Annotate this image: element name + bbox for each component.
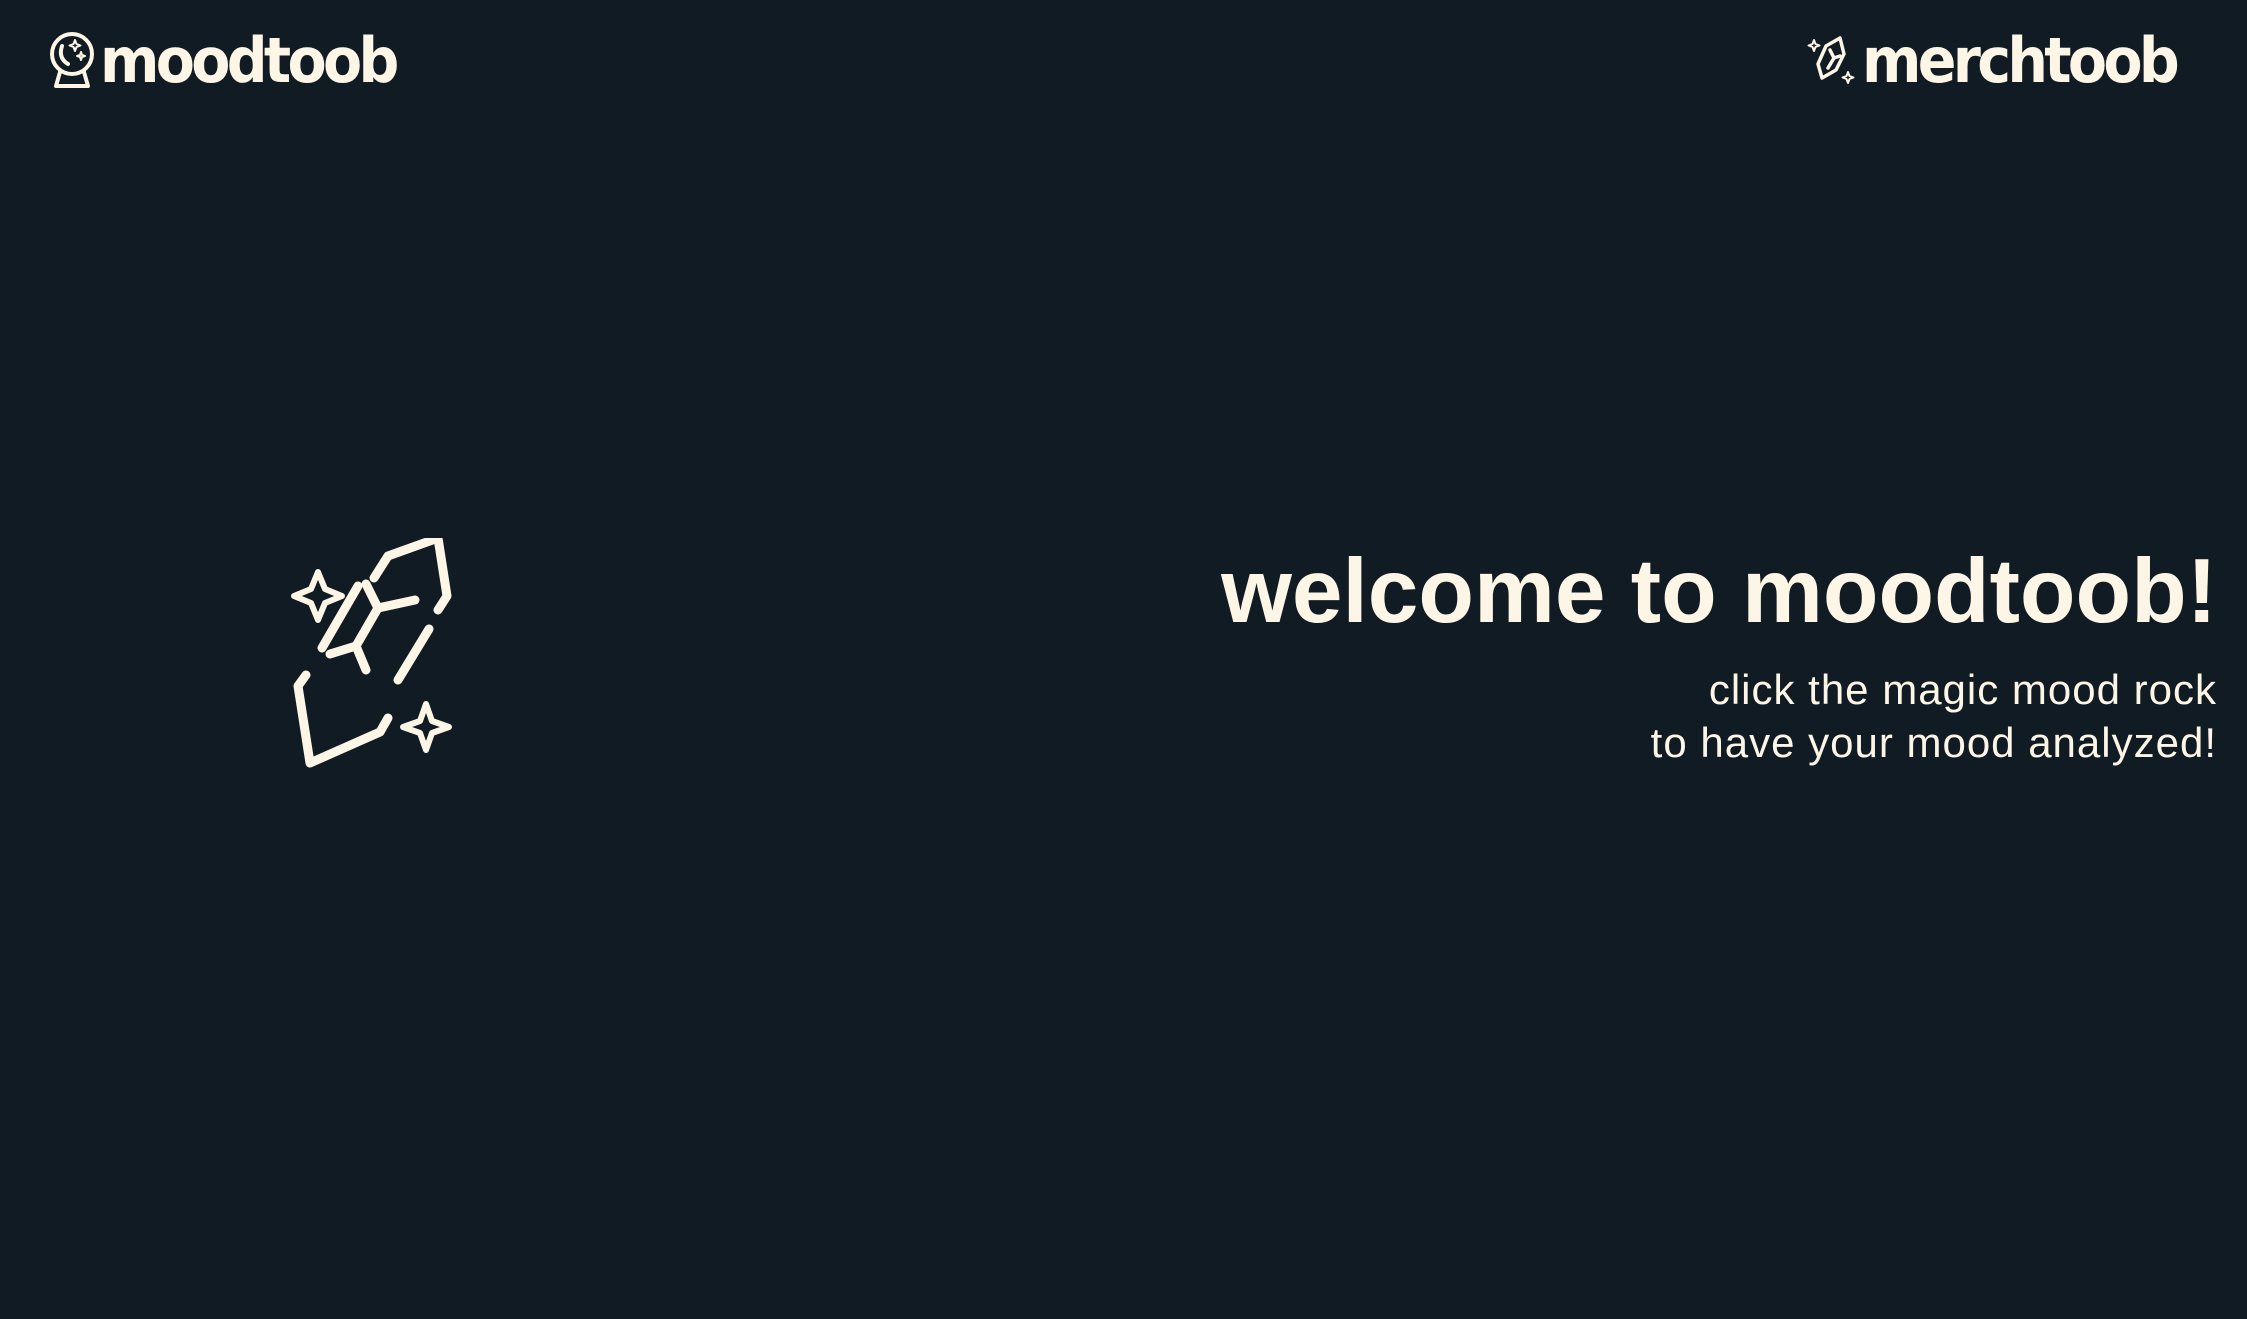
welcome-subtitle-line1: click the magic mood rock [1708,665,2217,713]
welcome-title: welcome to moodtoob! [1221,541,2217,642]
welcome-subtitle-line2: to have your mood analyzed! [1650,718,2217,766]
welcome-subtitle: click the magic mood rock to have your m… [1221,663,2217,769]
merchtoob-link[interactable]: merchtoob [1806,28,2203,94]
merchtoob-logo-text: merchtoob [1861,24,2180,97]
magic-mood-rock-button[interactable] [280,538,480,788]
moodtoob-home-link[interactable]: moodtoob [44,28,421,94]
welcome-section: welcome to moodtoob! click the magic moo… [1221,540,2217,769]
magic-mood-rock-icon [291,538,452,768]
crystal-rock-icon [1806,28,1862,94]
crystal-ball-icon [44,28,100,94]
moodtoob-logo-text: moodtoob [100,24,399,97]
